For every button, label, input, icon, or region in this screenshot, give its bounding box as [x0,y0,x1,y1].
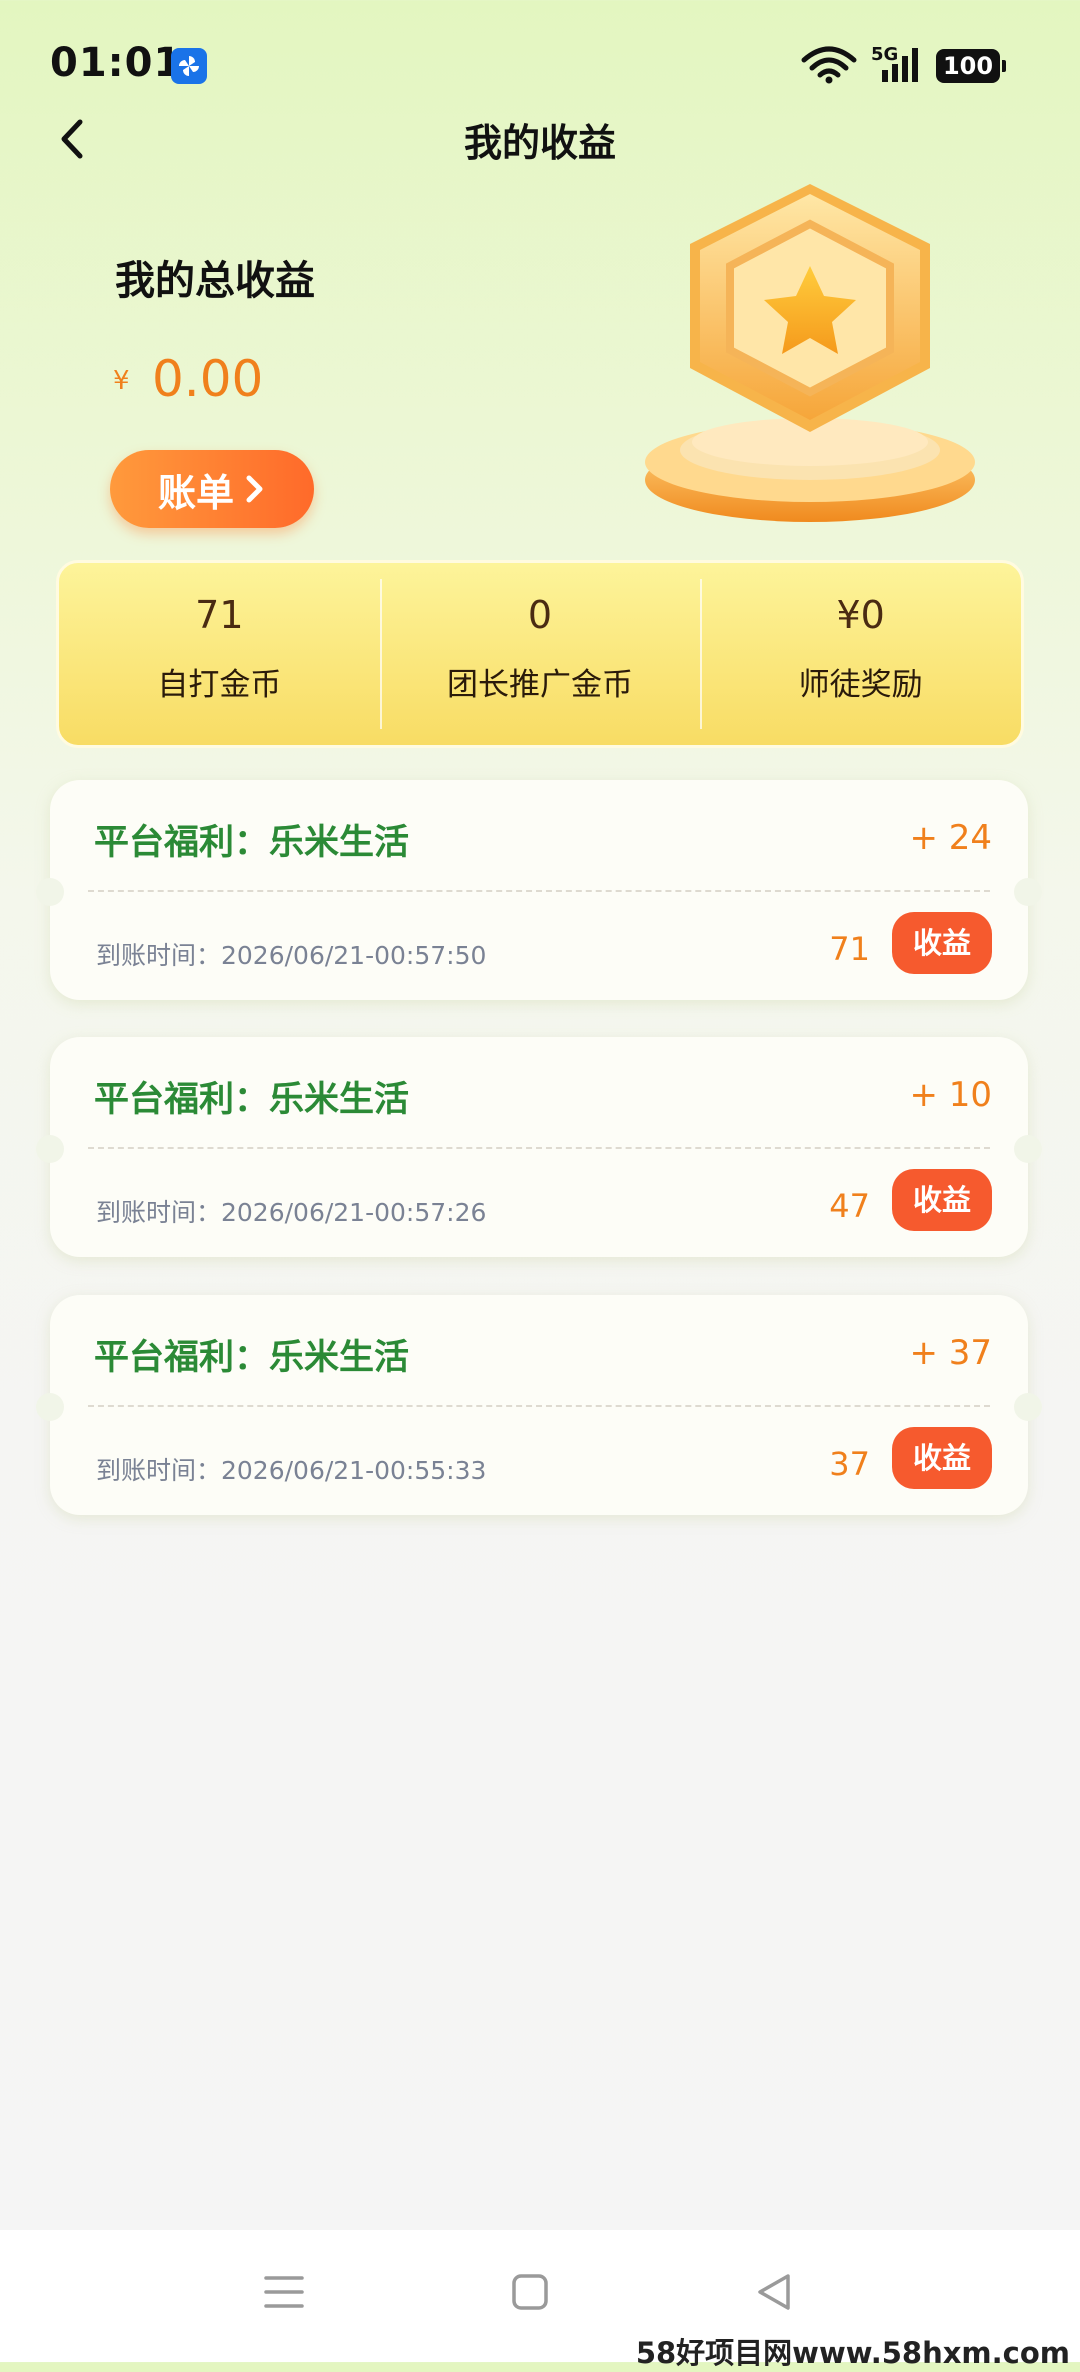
card-notch [1014,1135,1042,1163]
record-time: 到账时间：2026/06/21-00:57:50 [96,941,487,970]
earning-record-card: 平台福利：乐米生活 + 37 到账时间：2026/06/21-00:55:33 … [36,1295,1042,1515]
wifi-icon [800,44,858,84]
triangle-back-icon [758,2274,790,2310]
battery-indicator: 100 [936,49,1006,83]
stat-value: ¥0 [836,593,885,637]
card-notch [36,878,64,906]
earning-record-card: 平台福利：乐米生活 + 10 到账时间：2026/06/21-00:57:26 … [36,1037,1042,1257]
stat-value: 71 [195,593,244,637]
record-title: 平台福利：乐米生活 [94,823,410,863]
page-title: 我的收益 [463,121,616,165]
record-delta: + 37 [909,1333,992,1373]
stat-mentor-reward: ¥0 师徒奖励 [700,563,1021,745]
watermark-text: 58好项目网www.58hxm.com [635,2336,1070,2370]
card-divider [88,1147,990,1149]
stat-self-coins: 71 自打金币 [59,563,380,745]
card-divider [88,1405,990,1407]
status-time: 01:01 [50,40,183,86]
menu-icon [264,2276,304,2308]
home-square-icon [512,2274,548,2310]
record-time: 到账时间：2026/06/21-00:55:33 [96,1456,487,1485]
record-title: 平台福利：乐米生活 [94,1338,410,1378]
card-notch [1014,1393,1042,1421]
record-title: 平台福利：乐米生活 [94,1080,410,1120]
card-notch [1014,878,1042,906]
card-notch [36,1393,64,1421]
record-delta: + 24 [909,818,992,858]
stat-value: 0 [527,593,553,637]
record-delta: + 10 [909,1075,992,1115]
menu-button[interactable] [262,2270,306,2318]
earnings-button[interactable]: 收益 [892,1427,992,1489]
earnings-stats-panel: 71 自打金币 0 团长推广金币 ¥0 师徒奖励 [56,560,1024,748]
record-balance: 47 [829,1187,870,1225]
chevron-right-icon [246,475,263,503]
card-divider [88,890,990,892]
earning-record-card: 平台福利：乐米生活 + 24 到账时间：2026/06/21-00:57:50 … [36,780,1042,1000]
earnings-button[interactable]: 收益 [892,912,992,974]
stat-label: 师徒奖励 [798,667,923,703]
stat-leader-coins: 0 团长推广金币 [379,563,701,745]
bill-button-label: 账单 [157,470,234,515]
stat-label: 团长推广金币 [447,667,633,703]
record-balance: 37 [829,1445,870,1483]
card-notch [36,1135,64,1163]
app-notification-icon [171,48,207,84]
earnings-button[interactable]: 收益 [892,1169,992,1231]
total-earnings-label: 我的总收益 [115,258,315,304]
currency-symbol: ¥ [113,366,130,396]
record-balance: 71 [829,930,870,968]
home-button[interactable] [510,2270,550,2318]
back-nav-button[interactable] [752,2270,796,2318]
stat-label: 自打金币 [157,667,282,703]
signal-icon [876,44,924,84]
bill-button[interactable]: 账单 [110,450,314,528]
medal-star-illustration [640,180,980,540]
total-earnings-amount: 0.00 [152,350,264,408]
record-time: 到账时间：2026/06/21-00:57:26 [96,1198,487,1227]
